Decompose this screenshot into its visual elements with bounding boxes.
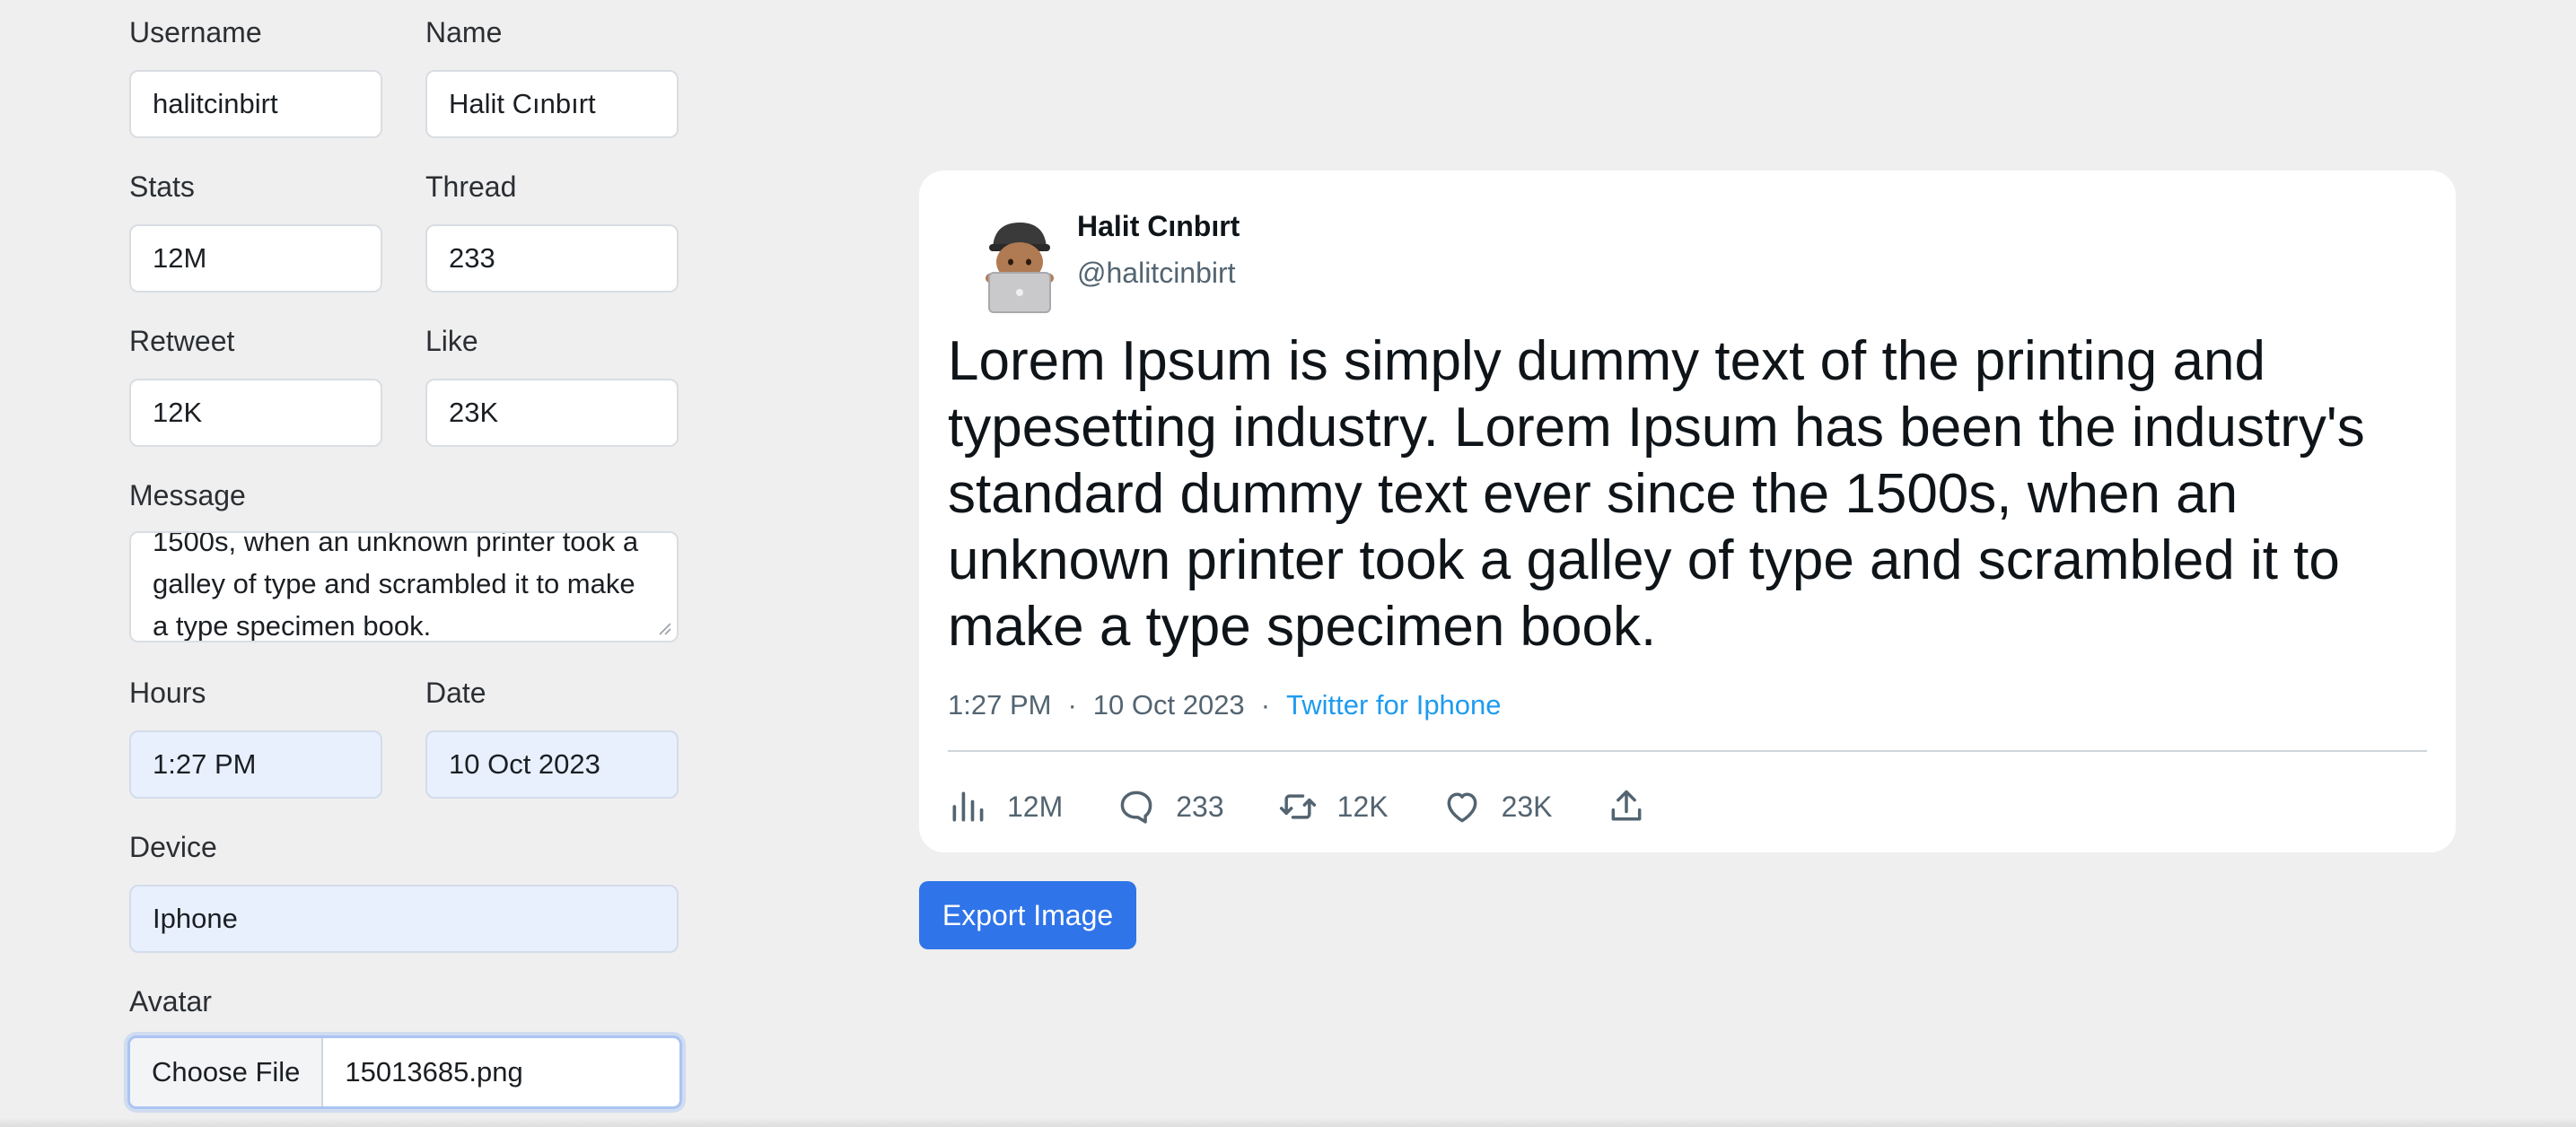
date-label: Date [425,677,486,709]
device-label: Device [129,831,217,863]
divider [948,750,2427,752]
tweet-handle: @halitcinbirt [1077,257,1236,289]
bottom-edge-shadow [0,1118,2576,1127]
thread-input[interactable]: 233 [425,224,679,293]
date-input[interactable]: 10 Oct 2023 [425,730,679,799]
message-textarea[interactable]: 1500s, when an unknown printer took a ga… [129,531,679,642]
share-upload-icon [1611,790,1641,821]
tweet-source-link[interactable]: Twitter for Iphone [1286,689,1502,721]
message-line: 1500s, when an unknown printer took a [153,531,639,557]
hours-input[interactable]: 1:27 PM [129,730,382,799]
export-image-button[interactable]: Export Image [919,881,1136,949]
tweet-date: 10 Oct 2023 [1092,689,1245,721]
tweet-preview-card: Halit Cınbırt @halitcinbirt Lorem Ipsum … [919,170,2456,852]
heart-icon [1447,792,1476,823]
device-input[interactable]: Iphone [129,885,679,953]
name-input[interactable]: Halit Cınbırt [425,70,679,138]
bar-chart-icon [952,791,984,822]
retweet-input[interactable]: 12K [129,379,382,447]
reply-action[interactable]: 233 [1117,787,1224,826]
username-label: Username [129,16,262,48]
avatar-label: Avatar [129,985,212,1018]
share-action[interactable] [1607,787,1646,826]
retweet-action[interactable]: 12K [1278,787,1389,826]
hours-label: Hours [129,677,206,709]
reply-count: 233 [1176,790,1224,823]
retweet-icon [1279,794,1316,819]
tweet-display-name: Halit Cınbırt [1077,210,1240,242]
comment-icon [1120,791,1152,824]
thread-label: Thread [425,170,517,203]
tweet-meta: 1:27 PM · 10 Oct 2023 · Twitter for Iphone [948,689,1502,721]
retweet-count: 12K [1336,790,1389,823]
name-label: Name [425,16,503,48]
avatar-file-input[interactable]: Choose File 15013685.png [127,1035,682,1109]
views-action[interactable]: 12M [948,787,1063,826]
meta-separator: · [1067,689,1077,721]
message-line: a type specimen book. [153,610,432,642]
like-action[interactable]: 23K [1442,787,1553,826]
choose-file-button[interactable]: Choose File [130,1038,324,1106]
avatar-icon [986,223,1054,313]
like-input[interactable]: 23K [425,379,679,447]
retweet-label: Retweet [129,325,235,357]
selected-file-name: 15013685.png [345,1056,523,1088]
resize-handle-icon[interactable] [657,621,671,635]
tweet-actions: 12M 233 12K 23K [948,782,1700,831]
message-label: Message [129,479,246,511]
tweet-text: Lorem Ipsum is simply dummy text of the … [948,330,2365,658]
tweet-time: 1:27 PM [948,689,1052,721]
stats-input[interactable]: 12M [129,224,382,293]
views-count: 12M [1007,790,1064,823]
stats-label: Stats [129,170,195,203]
message-line: galley of type and scrambled it to make [153,568,635,599]
username-input[interactable]: halitcinbirt [129,70,382,138]
meta-separator: · [1260,689,1271,721]
like-count: 23K [1501,790,1553,823]
like-label: Like [425,325,478,357]
